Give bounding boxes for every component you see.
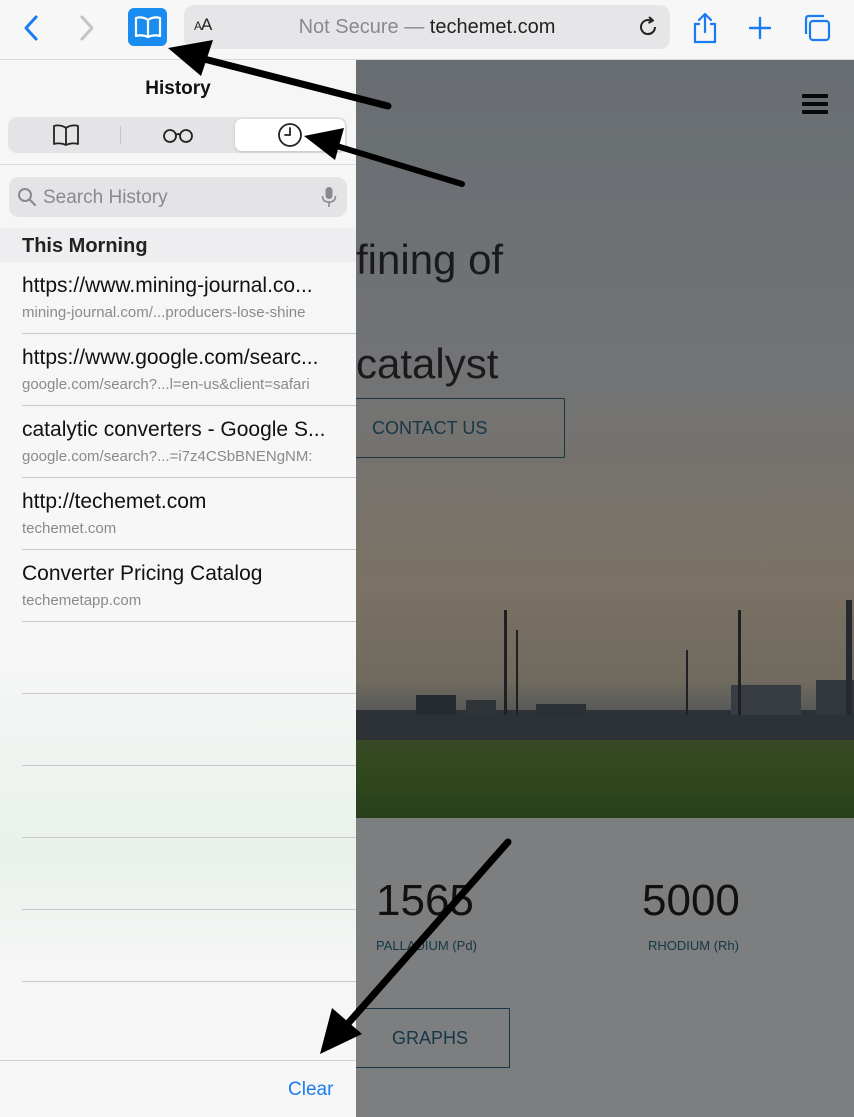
back-button[interactable]	[14, 10, 48, 46]
palladium-label: PALLADIUM (Pd)	[376, 938, 477, 953]
search-icon	[18, 188, 37, 207]
history-item-url: mining-journal.com/...producers-lose-shi…	[22, 304, 306, 321]
palladium-price: 1565	[376, 876, 474, 925]
new-tab-button[interactable]	[745, 10, 775, 46]
empty-row	[0, 838, 356, 910]
empty-row	[0, 766, 356, 838]
forward-icon	[80, 15, 94, 41]
sidebar-toggle-button[interactable]	[128, 8, 167, 46]
forward-button[interactable]	[70, 10, 104, 46]
section-header: This Morning	[0, 228, 356, 262]
clear-history-button[interactable]: Clear	[288, 1079, 333, 1101]
empty-row	[0, 622, 356, 694]
history-list: https://www.mining-journal.co... mining-…	[0, 262, 356, 982]
share-icon	[693, 12, 717, 44]
url-domain: techemet.com	[429, 16, 556, 38]
history-item-title: Converter Pricing Catalog	[22, 562, 263, 585]
graphs-button[interactable]: GRAPHS	[356, 1008, 510, 1068]
microphone-icon[interactable]	[321, 186, 337, 208]
address-bar[interactable]: AA Not Secure — techemet.com	[184, 5, 670, 49]
history-item[interactable]: Converter Pricing Catalog techemetapp.co…	[0, 550, 356, 622]
hero-line-1: fining of	[356, 236, 504, 283]
hero-line-2: catalyst	[356, 340, 499, 387]
tab-reading-list[interactable]	[122, 119, 233, 151]
bookmarks-icon	[52, 124, 79, 146]
rhodium-price: 5000	[642, 876, 740, 925]
history-item[interactable]: http://techemet.com techemet.com	[0, 478, 356, 550]
history-item[interactable]: https://www.google.com/searc... google.c…	[0, 334, 356, 406]
url-security-label: Not Secure —	[298, 16, 425, 38]
tab-history[interactable]	[235, 119, 345, 151]
history-search-box	[9, 177, 347, 219]
tabs-icon	[804, 14, 831, 42]
tab-bookmarks[interactable]	[10, 119, 121, 151]
reload-icon[interactable]	[636, 15, 660, 39]
industrial-skyline-image	[356, 600, 854, 750]
history-item[interactable]: catalytic converters - Google S... googl…	[0, 406, 356, 478]
search-history-input[interactable]	[41, 177, 315, 219]
sidebar-title: History	[145, 78, 211, 99]
history-item-title: https://www.google.com/searc...	[22, 346, 319, 369]
share-button[interactable]	[690, 10, 720, 46]
rhodium-label: RHODIUM (Rh)	[648, 938, 739, 953]
sidebar-segmented-control	[8, 117, 347, 153]
empty-row	[0, 910, 356, 982]
grass-field-image	[356, 740, 854, 818]
divider	[0, 164, 356, 165]
back-icon	[24, 15, 38, 41]
contact-us-button[interactable]: CONTACT US	[356, 398, 565, 458]
browser-toolbar: AA Not Secure — techemet.com	[0, 0, 854, 60]
plus-icon	[748, 16, 772, 40]
url-display[interactable]: Not Secure — techemet.com	[184, 16, 670, 39]
history-item-url: google.com/search?...l=en-us&client=safa…	[22, 376, 310, 393]
section-header-label: This Morning	[22, 235, 148, 257]
row-separator	[22, 981, 356, 982]
bookmarks-icon	[134, 16, 161, 39]
tabs-overview-button[interactable]	[800, 10, 834, 46]
reading-list-icon	[162, 129, 193, 143]
menu-icon[interactable]	[802, 94, 828, 114]
bottom-divider	[0, 1060, 356, 1061]
history-item-title: http://techemet.com	[22, 490, 207, 513]
history-item-url: techemetapp.com	[22, 592, 142, 609]
history-item-url: techemet.com	[22, 520, 117, 537]
history-sidebar: History This Morning https://www.mining-…	[0, 60, 356, 1117]
history-item-url: google.com/search?...=i7z4CSbBNENgNM:	[22, 448, 313, 465]
segment-divider	[120, 126, 121, 144]
history-icon	[278, 123, 302, 147]
web-content: fining of catalyst CONTACT US 1565 PALLA…	[356, 60, 854, 1117]
empty-row	[0, 694, 356, 766]
history-item-title: https://www.mining-journal.co...	[22, 274, 313, 297]
history-item[interactable]: https://www.mining-journal.co... mining-…	[0, 262, 356, 334]
history-item-title: catalytic converters - Google S...	[22, 418, 326, 441]
